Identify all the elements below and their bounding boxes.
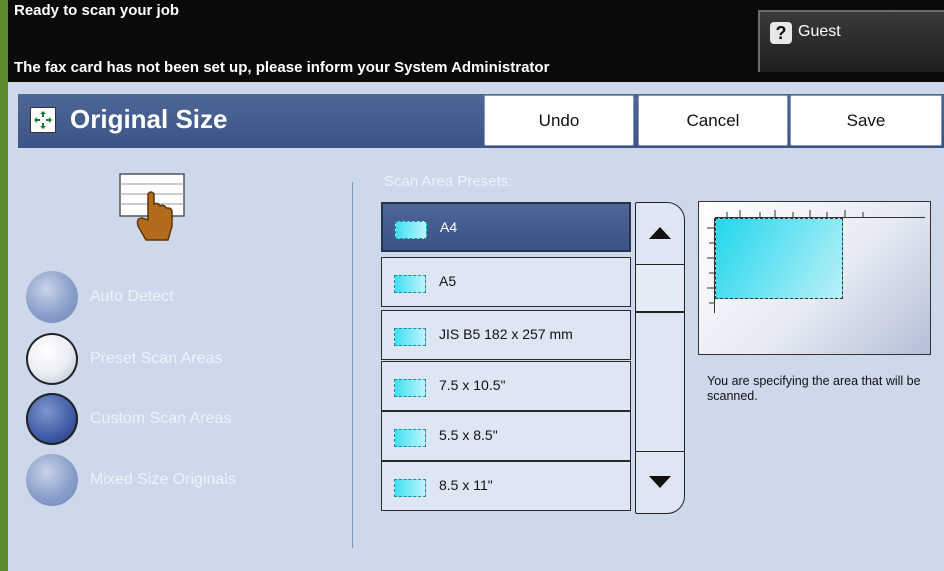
custom-scan-areas-radio[interactable] [26,393,78,445]
arrow-down-icon [649,476,671,488]
preset-label: A4 [440,219,458,235]
scan-area-presets-label: Scan Area Presets: [384,173,513,190]
preset-item-5-5x8-5[interactable]: 5.5 x 8.5" [381,411,631,461]
help-icon: ? [770,22,792,44]
scan-area-swatch-icon [394,328,426,346]
scan-area-swatch-icon [394,379,426,397]
preset-scrollbar[interactable] [635,202,685,514]
preset-item-jis-b5[interactable]: JIS B5 182 x 257 mm [381,310,631,360]
status-message: Ready to scan your job [14,2,180,19]
cancel-button[interactable]: Cancel [638,95,788,146]
user-label: Guest [798,23,841,40]
preset-label: 7.5 x 10.5" [439,377,506,393]
undo-button[interactable]: Undo [484,95,634,146]
preview-description: You are specifying the area that will be… [707,374,921,403]
preset-label: 8.5 x 11" [439,477,493,493]
preset-scan-areas-label: Preset Scan Areas [90,350,223,367]
scroll-down-button[interactable] [636,451,684,513]
scan-area-swatch-icon [394,429,426,447]
scan-area-preset-list: A4 A5 JIS B5 182 x 257 mm 7.5 x 10.5" 5.… [381,200,633,514]
scan-area-swatch-icon [395,221,427,239]
original-size-icon [30,107,56,133]
preset-item-a4[interactable]: A4 [381,202,631,252]
scroll-up-button[interactable] [636,203,684,265]
page-title: Original Size [70,104,228,134]
fax-warning-message: The fax card has not been set up, please… [14,59,550,76]
mixed-size-originals-radio[interactable] [26,454,78,506]
arrow-up-icon [649,227,671,239]
touch-document-icon [119,173,185,241]
auto-detect-label: Auto Detect [90,288,174,305]
scan-area-swatch-icon [394,275,426,293]
preset-item-a5[interactable]: A5 [381,257,631,307]
preset-label: 5.5 x 8.5" [439,427,498,443]
auto-detect-radio[interactable] [26,271,78,323]
scroll-thumb[interactable] [636,265,684,313]
preset-item-8-5x11[interactable]: 8.5 x 11" [381,461,631,511]
preset-item-7-5x10-5[interactable]: 7.5 x 10.5" [381,361,631,411]
ruler-top [715,210,925,218]
preset-label: JIS B5 182 x 257 mm [439,326,573,342]
save-button[interactable]: Save [790,95,942,146]
scan-area-swatch-icon [394,479,426,497]
preset-label: A5 [439,273,457,289]
divider [352,182,353,548]
mixed-size-originals-label: Mixed Size Originals [90,471,236,488]
scan-area-rectangle [715,218,843,299]
scan-area-preview [698,201,931,355]
user-login-button[interactable]: ? Guest [758,10,944,72]
custom-scan-areas-label: Custom Scan Areas [90,410,232,427]
preset-scan-areas-radio[interactable] [26,333,78,385]
ruler-left [707,218,715,313]
original-size-panel: Original Size Undo Cancel Save Auto Dete… [8,82,944,571]
device-screen: Ready to scan your job The fax card has … [0,0,944,571]
